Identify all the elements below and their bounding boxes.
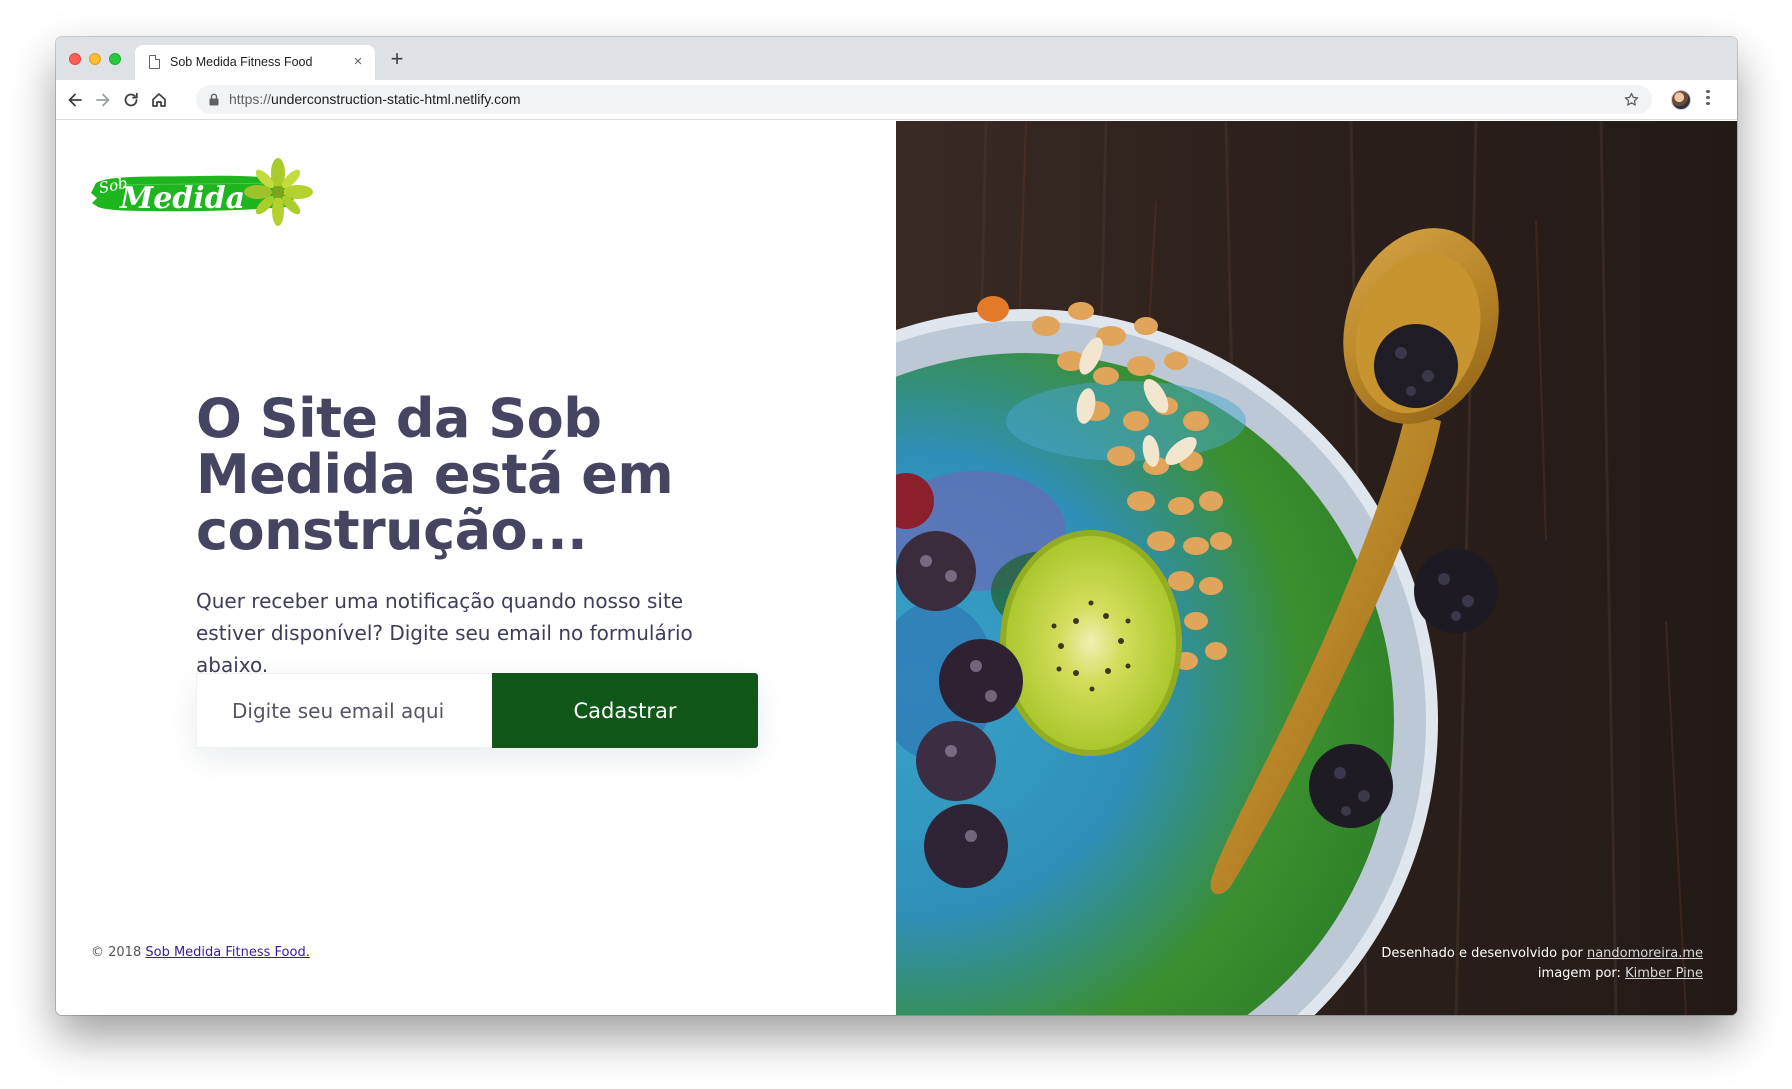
window-minimize-button[interactable] [89, 53, 101, 65]
logo-text-medida: Medida [119, 181, 245, 216]
browser-window: Sob Medida Fitness Food × + https://unde… [56, 37, 1737, 1015]
tab-title: Sob Medida Fitness Food [170, 55, 313, 69]
email-field[interactable] [196, 673, 492, 748]
kiwi-slice [1000, 530, 1182, 756]
tab-close-icon[interactable]: × [349, 53, 367, 71]
hero-image: Desenhado e desenvolvido por nandomoreir… [896, 121, 1737, 1015]
credit-image-link[interactable]: Kimber Pine [1625, 966, 1703, 981]
star-icon[interactable] [1623, 91, 1640, 108]
credit-designed-text: Desenhado e desenvolvido por [1381, 946, 1583, 961]
address-bar[interactable]: https://underconstruction-static-html.ne… [196, 85, 1652, 114]
page-headline: O Site da Sob Medida está em construção.… [196, 387, 674, 562]
profile-avatar[interactable] [1671, 90, 1691, 110]
browser-tab[interactable]: Sob Medida Fitness Food × [135, 45, 375, 80]
tab-strip: Sob Medida Fitness Food × + [56, 37, 1737, 80]
credit-designed: Desenhado e desenvolvido por nandomoreir… [1381, 944, 1703, 964]
kebab-menu-icon[interactable] [1704, 90, 1712, 110]
home-icon[interactable] [146, 87, 172, 113]
left-panel: Sob Medida O Site da Sob Medida está em … [56, 121, 896, 1015]
lock-icon [209, 93, 219, 106]
url-text: https://underconstruction-static-html.ne… [229, 91, 521, 107]
sob-medida-logo[interactable]: Sob Medida [90, 155, 316, 227]
browser-toolbar: https://underconstruction-static-html.ne… [56, 80, 1737, 120]
new-tab-button[interactable]: + [386, 48, 408, 71]
leaf-icon [244, 158, 313, 226]
credit-image: imagem por: Kimber Pine [1381, 964, 1703, 984]
reload-icon[interactable] [118, 87, 144, 113]
signup-form: Cadastrar [196, 673, 758, 748]
forward-arrow-icon[interactable] [90, 87, 116, 113]
page-content: Sob Medida O Site da Sob Medida está em … [56, 121, 1737, 1015]
photo-credits: Desenhado e desenvolvido por nandomoreir… [1381, 944, 1703, 984]
page-subtext: Quer receber uma notificação quando noss… [196, 589, 693, 677]
url-host: underconstruction-static-html.netlify.co… [271, 91, 521, 107]
credit-designed-link[interactable]: nandomoreira.me [1587, 946, 1703, 961]
page-icon [149, 55, 160, 69]
smoothie-bowl-photo [896, 121, 1737, 1015]
footer-copyright: © 2018 Sob Medida Fitness Food. [91, 945, 310, 960]
copyright-text: © 2018 [91, 945, 142, 960]
credit-image-text: imagem por: [1537, 966, 1621, 981]
orange-topping [977, 296, 1009, 322]
window-maximize-button[interactable] [109, 53, 121, 65]
back-arrow-icon[interactable] [62, 87, 88, 113]
window-close-button[interactable] [69, 53, 81, 65]
url-scheme: https:// [229, 91, 272, 107]
footer-company-link[interactable]: Sob Medida Fitness Food. [145, 945, 309, 960]
cadastrar-button[interactable]: Cadastrar [492, 673, 758, 748]
